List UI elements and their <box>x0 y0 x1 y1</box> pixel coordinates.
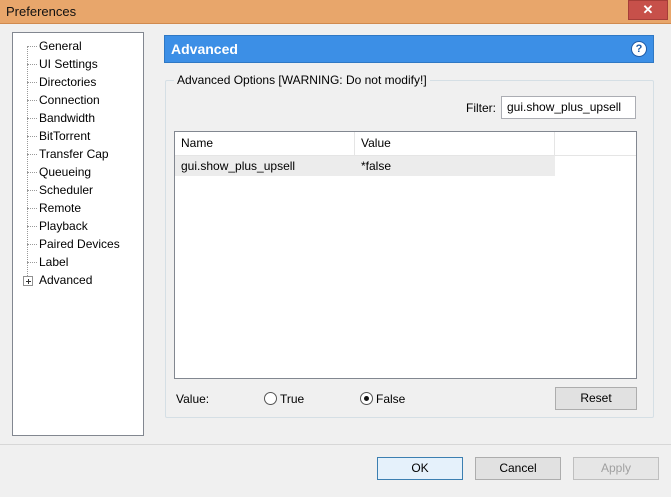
filter-label: Filter: <box>466 101 496 115</box>
apply-button[interactable]: Apply <box>573 457 659 480</box>
nav-item-label: Bandwidth <box>39 111 96 125</box>
row-value-cell: *false <box>361 159 392 173</box>
nav-item-label: Transfer Cap <box>39 147 109 161</box>
cancel-button[interactable]: Cancel <box>475 457 561 480</box>
group-title: Advanced Options [WARNING: Do not modify… <box>174 73 430 87</box>
options-list: Name Value gui.show_plus_upsell *false <box>174 131 637 379</box>
nav-item-label: Remote <box>39 201 82 215</box>
panel-header: Advanced ? <box>164 35 654 63</box>
list-header: Name Value <box>175 132 636 156</box>
radio-selected-dot <box>364 396 369 401</box>
reset-button[interactable]: Reset <box>555 387 637 410</box>
divider <box>0 444 671 445</box>
nav-item-label: Playback <box>39 219 88 233</box>
nav-item-label: Queueing <box>39 165 92 179</box>
nav-item-label: Connection <box>39 93 100 107</box>
nav-item-label: Label <box>39 255 69 269</box>
radio-icon <box>360 392 373 405</box>
radio-icon <box>264 392 277 405</box>
nav-item-label: General <box>39 39 82 53</box>
title-bar: Preferences ✕ <box>0 0 671 24</box>
nav-tree: General UI Settings Directories Connecti… <box>12 32 144 436</box>
column-header-value[interactable]: Value <box>355 132 555 155</box>
close-button[interactable]: ✕ <box>628 0 668 20</box>
window-title: Preferences <box>6 4 77 19</box>
table-row[interactable]: gui.show_plus_upsell *false <box>175 156 555 176</box>
close-icon: ✕ <box>642 2 654 17</box>
nav-item-label: Paired Devices <box>39 237 120 251</box>
radio-false-label: False <box>376 392 406 406</box>
filter-input[interactable]: gui.show_plus_upsell <box>501 96 636 119</box>
value-label: Value: <box>176 392 210 406</box>
help-icon[interactable]: ? <box>631 41 647 57</box>
nav-item-label: Scheduler <box>39 183 94 197</box>
nav-item-label: BitTorrent <box>39 129 91 143</box>
ok-button[interactable]: OK <box>377 457 463 480</box>
expand-plus-icon[interactable] <box>23 276 33 286</box>
nav-item-label: Directories <box>39 75 97 89</box>
nav-item-label: UI Settings <box>39 57 98 71</box>
panel-title: Advanced <box>171 41 238 57</box>
nav-item-label: Advanced <box>39 273 93 287</box>
column-header-name[interactable]: Name <box>175 132 355 155</box>
radio-true-label: True <box>280 392 305 406</box>
row-name-cell: gui.show_plus_upsell <box>181 159 296 173</box>
